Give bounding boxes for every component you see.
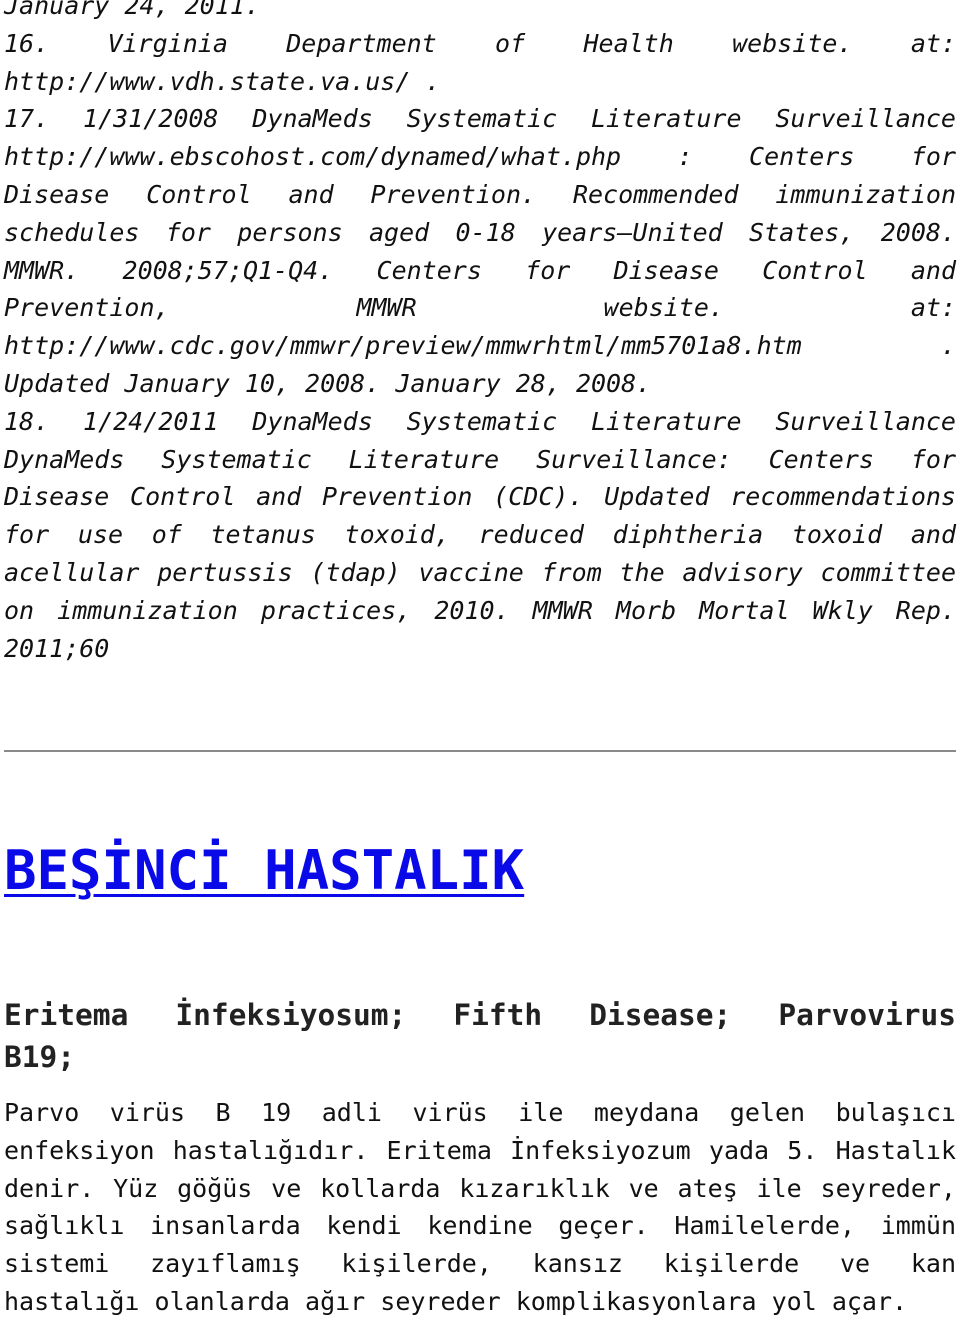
article-subtitle: Eritema İnfeksiyosum; Fifth Disease; Par… — [4, 994, 956, 1078]
reference-18-line-1: 18. 1/24/2011 DynaMeds Systematic Litera… — [4, 406, 956, 436]
reference-17-url-link[interactable]: http://www.ebscohost.com/dynamed/what.ph… — [4, 138, 956, 176]
reference-17-cdc-url-link[interactable]: http://www.cdc.gov/mmwr/preview/mmwrhtml… — [4, 327, 956, 365]
article-body-line-2: enfeksiyon hastalığıdır. Eritema İnfeksi… — [4, 1135, 956, 1165]
reference-16-url-link[interactable]: http://www.vdh.state.va.us/ . — [4, 63, 956, 101]
reference-17-line-4: schedules for persons aged 0-18 years—Un… — [4, 217, 956, 247]
reference-line-january-24: January 24, 2011. — [4, 0, 260, 20]
article-title: BEŞİNCİ HASTALIK — [4, 836, 524, 906]
article-body-line-1: Parvo virüs B 19 adli virüs ile meydana … — [4, 1098, 956, 1127]
reference-list: January 24, 2011. 16. Virginia Departmen… — [4, 0, 956, 667]
article-body-line-4: sağlıklı insanlarda kendi kendine geçer.… — [4, 1211, 956, 1241]
reference-17-line-6: Prevention, MMWR website. at: — [4, 293, 956, 323]
horizontal-divider — [4, 750, 956, 752]
reference-17-line-5: MMWR. 2008;57;Q1-Q4. Centers for Disease… — [4, 255, 956, 285]
reference-16-line-1: 16. Virginia Department of Health websit… — [4, 28, 956, 58]
reference-18-line-3: Disease Control and Prevention (CDC). Up… — [4, 482, 956, 512]
article-subtitle-line-1: Eritema İnfeksiyosum; Fifth Disease; Par… — [4, 998, 956, 1032]
article-body-line-6: hastalığı olanlarda ağır seyreder kompli… — [4, 1286, 908, 1316]
reference-18-line-4: for use of tetanus toxoid, reduced dipht… — [4, 520, 956, 550]
reference-17-line-1: 17. 1/31/2008 DynaMeds Systematic Litera… — [4, 104, 956, 134]
reference-18-line-5: acellular pertussis (tdap) vaccine from … — [4, 557, 956, 587]
article-body-line-3: denir. Yüz göğüs ve kollarda kızarıklık … — [4, 1173, 956, 1203]
page: January 24, 2011. 16. Virginia Departmen… — [4, 0, 956, 667]
reference-17-line-3: Disease Control and Prevention. Recommen… — [4, 179, 956, 209]
article-body-line-5: sistemi zayıflamış kişilerde, kansız kiş… — [4, 1249, 956, 1279]
reference-17-updated-date: Updated January 10, 2008. January 28, 20… — [4, 368, 652, 398]
article-body: Parvo virüs B 19 adli virüs ile meydana … — [4, 1094, 956, 1321]
article-subtitle-line-2: B19; — [4, 1040, 76, 1074]
reference-18-line-6: on immunization practices, 2010. MMWR Mo… — [4, 595, 956, 625]
article-title-link[interactable]: BEŞİNCİ HASTALIK — [4, 839, 524, 902]
reference-18-line-7: 2011;60 — [4, 633, 110, 663]
reference-18-line-2: DynaMeds Systematic Literature Surveilla… — [4, 444, 956, 474]
